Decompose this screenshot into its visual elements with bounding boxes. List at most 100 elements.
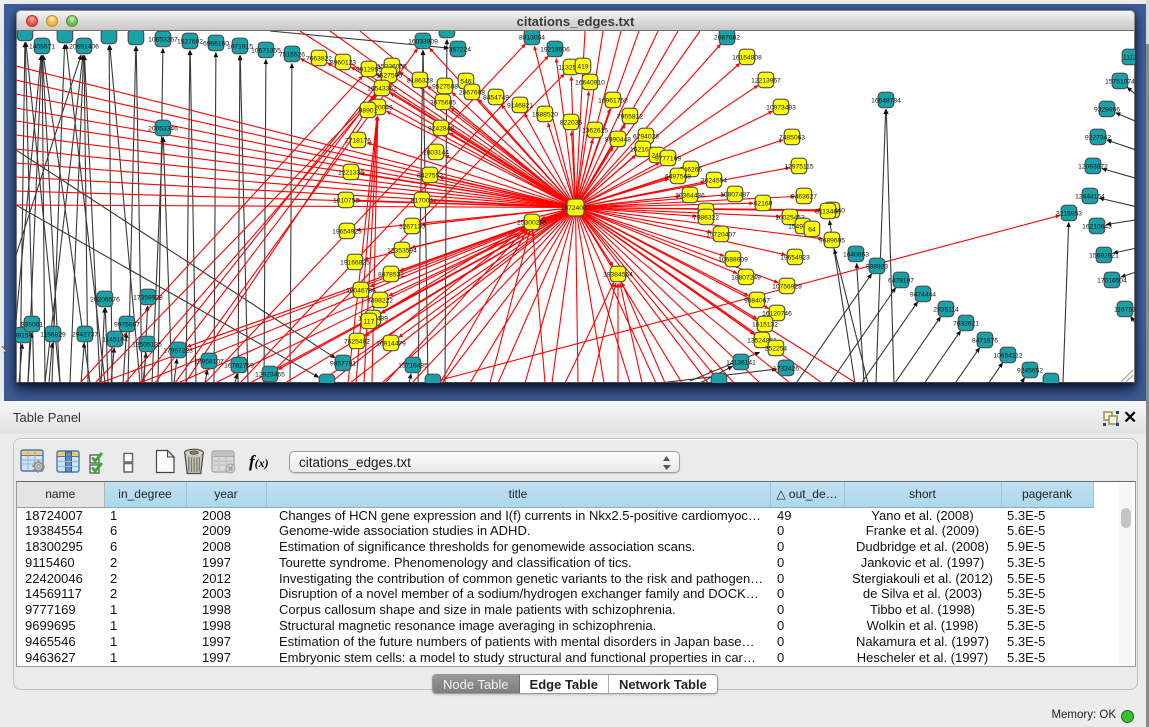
svg-text:12093872: 12093872: [1078, 163, 1108, 170]
svg-text:1145194: 1145194: [102, 336, 128, 343]
svg-text:2942737: 2942737: [72, 331, 98, 338]
svg-text:1156829: 1156829: [40, 331, 66, 338]
svg-text:252254: 252254: [765, 345, 788, 352]
svg-text:7515526: 7515526: [279, 51, 305, 58]
svg-text:835061: 835061: [21, 321, 44, 328]
svg-text:7632621: 7632621: [953, 320, 979, 327]
svg-text:19166825: 19166825: [340, 259, 370, 266]
svg-text:8471676: 8471676: [972, 337, 998, 344]
svg-text:1588520: 1588520: [532, 111, 558, 118]
svg-text:8960123: 8960123: [330, 59, 356, 66]
svg-text:1112: 1112: [1123, 54, 1135, 61]
svg-text:16154808: 16154808: [732, 54, 762, 61]
svg-text:17359928: 17359928: [133, 294, 163, 301]
svg-text:15716485: 15716485: [398, 362, 428, 369]
svg-text:18807249: 18807249: [731, 274, 761, 281]
svg-text:2718176: 2718176: [345, 137, 371, 144]
svg-text:9527506: 9527506: [376, 72, 402, 79]
svg-text:9527508: 9527508: [432, 83, 458, 90]
svg-text:16961758: 16961758: [598, 97, 628, 104]
svg-text:17957223: 17957223: [163, 347, 193, 354]
svg-text:9227342: 9227342: [1085, 134, 1111, 141]
svg-text:15751074: 15751074: [1105, 78, 1135, 85]
svg-text:3624554: 3624554: [701, 177, 727, 184]
svg-text:19654923: 19654923: [780, 254, 810, 261]
svg-text:9857791: 9857791: [330, 360, 356, 367]
svg-text:7625402: 7625402: [344, 338, 370, 345]
svg-text:10807487: 10807487: [720, 191, 750, 198]
svg-text:10046786: 10046786: [346, 287, 376, 294]
svg-text:2867608: 2867608: [459, 89, 485, 96]
svg-text:39159: 39159: [16, 332, 33, 339]
svg-text:15720407: 15720407: [706, 231, 736, 238]
svg-text:98901: 98901: [359, 107, 378, 114]
svg-text:62160: 62160: [754, 200, 773, 207]
svg-text:822035: 822035: [560, 119, 583, 126]
svg-text:7986322: 7986322: [693, 214, 719, 221]
svg-text:1362615: 1362615: [582, 127, 608, 134]
svg-text:116753: 116753: [1114, 306, 1135, 313]
svg-text:10671355: 10671355: [251, 47, 281, 54]
svg-text:9242848: 9242848: [428, 125, 454, 132]
svg-text:419: 419: [577, 63, 588, 70]
svg-text:117: 117: [364, 318, 375, 325]
svg-text:16543362: 16543362: [367, 85, 397, 92]
svg-text:16640910: 16640910: [575, 79, 605, 86]
svg-text:7955812: 7955812: [617, 113, 643, 120]
svg-text:3267130: 3267130: [399, 223, 425, 230]
svg-text:20206576: 20206576: [90, 296, 120, 303]
svg-text:3113460: 3113460: [815, 208, 841, 215]
svg-text:6966160: 6966160: [203, 40, 229, 47]
svg-text:25300295: 25300295: [517, 219, 547, 226]
svg-text:9329966: 9329966: [1094, 106, 1120, 113]
svg-text:9245652: 9245652: [1017, 367, 1043, 374]
svg-text:10653267: 10653267: [148, 36, 178, 43]
svg-text:1010755: 1010755: [333, 197, 359, 204]
svg-text:12444154: 12444154: [1075, 193, 1105, 200]
svg-text:1615132: 1615132: [752, 321, 778, 328]
svg-text:20691406: 20691406: [69, 43, 99, 50]
svg-text:12975115: 12975115: [784, 163, 814, 170]
svg-text:1071915: 1071915: [227, 43, 253, 50]
svg-text:1221336: 1221336: [338, 169, 364, 176]
svg-text:16782759: 16782759: [224, 362, 254, 369]
svg-text:6479197: 6479197: [888, 277, 914, 284]
svg-text:6497568: 6497568: [665, 173, 691, 180]
svg-text:12923465: 12923465: [255, 371, 285, 378]
svg-text:10756928: 10756928: [772, 283, 802, 290]
svg-text:20364436: 20364436: [675, 192, 705, 199]
svg-text:3675685: 3675685: [430, 99, 456, 106]
svg-text:9689695: 9689695: [819, 237, 845, 244]
svg-text:2803144: 2803144: [423, 149, 449, 156]
svg-text:19654925: 19654925: [332, 228, 362, 235]
svg-text:14136141: 14136141: [726, 359, 756, 366]
svg-text:2087682: 2087682: [714, 34, 740, 41]
svg-text:8427552: 8427552: [417, 172, 443, 179]
svg-text:9777169: 9777169: [655, 155, 681, 162]
svg-text:3215953: 3215953: [1056, 210, 1082, 217]
svg-text:10958107: 10958107: [194, 358, 224, 365]
svg-text:1640953: 1640953: [843, 251, 869, 258]
svg-text:8186328: 8186328: [407, 77, 433, 84]
svg-text:8813054: 8813054: [519, 34, 545, 41]
svg-text:12353594: 12353594: [387, 247, 417, 254]
svg-text:8990448: 8990448: [605, 136, 631, 143]
svg-text:10973493: 10973493: [766, 104, 796, 111]
svg-text:20053346: 20053346: [148, 125, 178, 132]
svg-text:9474444: 9474444: [910, 291, 936, 298]
svg-text:9146821: 9146821: [507, 102, 533, 109]
svg-text:817004: 817004: [411, 197, 434, 204]
svg-text:12505135: 12505135: [132, 341, 162, 348]
svg-text:2935114: 2935114: [933, 306, 959, 313]
svg-text:938923: 938923: [866, 263, 889, 270]
svg-text:16914479: 16914479: [376, 340, 406, 347]
svg-text:6794028: 6794028: [633, 133, 659, 140]
svg-text:16210643: 16210643: [1082, 223, 1112, 230]
svg-text:18724007: 18724007: [561, 205, 591, 212]
svg-text:8678532: 8678532: [378, 271, 404, 278]
svg-text:16648784: 16648784: [871, 97, 901, 104]
svg-text:1527602: 1527602: [177, 38, 203, 45]
svg-text:19384554: 19384554: [603, 271, 633, 278]
svg-text:3498222: 3498222: [367, 297, 393, 304]
svg-text:8454749: 8454749: [483, 94, 509, 101]
